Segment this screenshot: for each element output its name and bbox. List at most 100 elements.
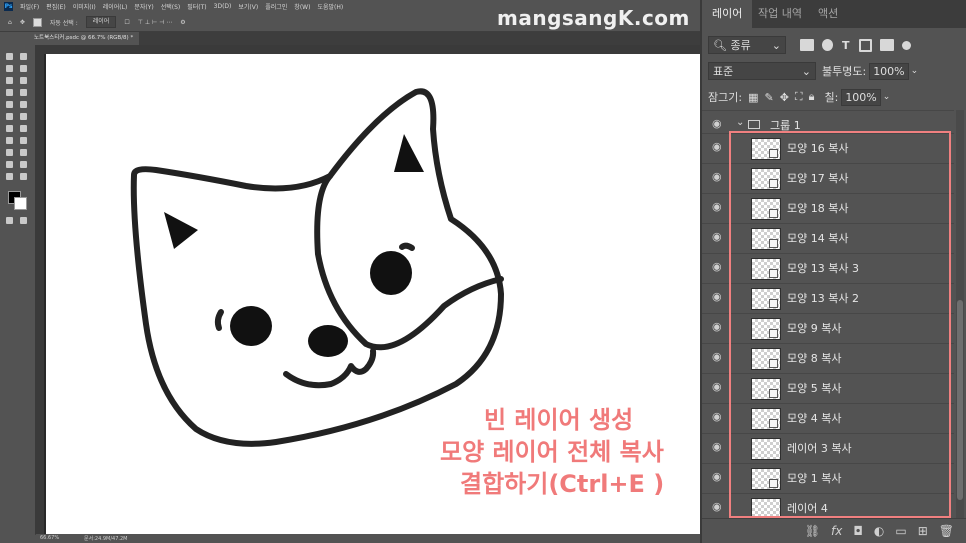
trash-icon[interactable]: 🗑︎ [939, 524, 954, 538]
layer-item[interactable]: ◉ 모양 13 복사 3 [702, 253, 954, 282]
new-group-icon[interactable]: ▭ [895, 524, 906, 538]
zoom-tool-icon[interactable] [6, 173, 13, 180]
type-filter-icon[interactable]: T [842, 39, 850, 52]
align-icons[interactable]: ⊤ ⊥ ⊢ ⊣ ⋯ [138, 19, 173, 26]
eye-icon[interactable]: ◉ [712, 501, 726, 512]
lock-position-icon[interactable]: ✥ [780, 91, 789, 104]
adjustment-layer-icon[interactable]: ◐ [874, 524, 884, 538]
zoom-readout[interactable]: 66.67% [40, 535, 59, 541]
move-tool-icon[interactable] [6, 53, 13, 60]
eye-icon[interactable]: ◉ [712, 471, 726, 482]
layer-item[interactable]: ◉ 모양 5 복사 [702, 373, 954, 402]
background-color-swatch[interactable] [14, 197, 27, 210]
path-select-icon[interactable] [20, 149, 27, 156]
rectangle-tool-icon[interactable] [6, 161, 13, 168]
smart-object-filter-icon[interactable] [879, 39, 894, 51]
lock-image-icon[interactable]: ✎ [764, 91, 773, 104]
layer-item[interactable]: ◉ 모양 4 복사 [702, 403, 954, 432]
history-brush-icon[interactable] [6, 113, 13, 120]
auto-select-dropdown[interactable]: 레이어 [85, 16, 117, 28]
quick-mask-icon[interactable] [6, 217, 13, 224]
stamp-tool-icon[interactable] [20, 101, 27, 108]
menu-filter[interactable]: 필터(T) [187, 2, 206, 11]
eye-icon[interactable]: ◉ [712, 351, 726, 362]
screen-mode-icon[interactable] [20, 217, 27, 224]
lock-artboard-icon[interactable]: ⛶ [795, 90, 803, 104]
hand-tool-icon[interactable] [20, 161, 27, 168]
layer-item[interactable]: ◉ 모양 13 복사 2 [702, 283, 954, 312]
type-tool-icon[interactable] [6, 149, 13, 156]
eye-icon[interactable]: ◉ [712, 381, 726, 392]
blend-mode-dropdown[interactable]: 표준 ⌄ [708, 62, 816, 80]
menu-edit[interactable]: 편집(E) [46, 2, 66, 11]
menu-select[interactable]: 선택(S) [161, 2, 181, 11]
tab-history[interactable]: 작업 내역 [748, 0, 812, 28]
layer-item[interactable]: ◉ 모양 9 복사 [702, 313, 954, 342]
new-layer-icon[interactable]: ⊞ [918, 524, 928, 538]
menu-view[interactable]: 보기(V) [238, 2, 258, 11]
chevron-down-icon[interactable]: ⌄ [736, 117, 744, 128]
home-icon[interactable]: ⌂ [8, 19, 12, 26]
eye-icon[interactable]: ◉ [712, 118, 726, 129]
frame-tool-icon[interactable] [20, 77, 27, 84]
brush-tool-icon[interactable] [6, 101, 13, 108]
magic-wand-icon[interactable] [20, 65, 27, 72]
menu-type[interactable]: 문자(Y) [134, 2, 153, 11]
lock-transparency-icon[interactable]: ▦ [748, 91, 758, 104]
healing-brush-icon[interactable] [20, 89, 27, 96]
eyedropper-icon[interactable] [6, 89, 13, 96]
filter-toggle-icon[interactable] [901, 40, 911, 50]
add-mask-icon[interactable]: ◘ [853, 524, 863, 538]
eye-icon[interactable]: ◉ [712, 231, 726, 242]
artboard-tool-icon[interactable] [20, 53, 27, 60]
auto-select-checkbox[interactable] [32, 17, 42, 27]
adjustment-filter-icon[interactable] [822, 39, 833, 51]
gradient-tool-icon[interactable] [6, 125, 13, 132]
opacity-chevron-icon[interactable]: ⌄ [911, 66, 919, 76]
move-tool-icon[interactable]: ✥ [20, 19, 25, 26]
dodge-tool-icon[interactable] [6, 137, 13, 144]
fill-input[interactable]: 100% [841, 88, 881, 106]
layer-item[interactable]: ◉ 모양 17 복사 [702, 163, 954, 192]
eraser-tool-icon[interactable] [20, 113, 27, 120]
tab-actions[interactable]: 액션 [808, 0, 848, 28]
layer-item[interactable]: ◉ 모양 1 복사 [702, 463, 954, 492]
menu-window[interactable]: 창(W) [294, 2, 310, 11]
lock-all-icon[interactable]: 🔒︎ [809, 90, 815, 104]
menu-file[interactable]: 파일(F) [20, 2, 39, 11]
menu-plugins[interactable]: 플러그인 [265, 2, 287, 11]
menu-image[interactable]: 이미지(I) [73, 2, 96, 11]
menu-layer[interactable]: 레이어(L) [103, 2, 128, 11]
filter-kind-dropdown[interactable]: 🔍︎ 종류 ⌄ [708, 36, 786, 54]
menu-help[interactable]: 도움말(H) [317, 2, 343, 11]
eye-icon[interactable]: ◉ [712, 261, 726, 272]
pen-tool-icon[interactable] [20, 137, 27, 144]
layer-item[interactable]: ◉ 레이어 3 복사 [702, 433, 954, 462]
layer-item[interactable]: ◉ 모양 16 복사 [702, 133, 954, 162]
eye-icon[interactable]: ◉ [712, 321, 726, 332]
eye-icon[interactable]: ◉ [712, 201, 726, 212]
layer-item[interactable]: ◉ 모양 18 복사 [702, 193, 954, 222]
layer-item[interactable]: ◉ 모양 14 복사 [702, 223, 954, 252]
menu-3d[interactable]: 3D(D) [214, 3, 232, 10]
lasso-tool-icon[interactable] [6, 65, 13, 72]
eye-icon[interactable]: ◉ [712, 441, 726, 452]
crop-tool-icon[interactable] [6, 77, 13, 84]
document-tab[interactable]: 노트북스티커.psdc @ 66.7% (RGB/8) * [18, 32, 140, 45]
eye-icon[interactable]: ◉ [712, 141, 726, 152]
blur-tool-icon[interactable] [20, 125, 27, 132]
eye-icon[interactable]: ◉ [712, 291, 726, 302]
pixel-filter-icon[interactable] [800, 39, 814, 51]
layers-scrollbar-thumb[interactable] [957, 300, 963, 500]
fill-chevron-icon[interactable]: ⌄ [883, 92, 891, 102]
opacity-input[interactable]: 100% [869, 62, 909, 80]
transform-controls-checkbox[interactable]: ☐ [124, 19, 129, 26]
link-layers-icon[interactable]: ⛓ [805, 524, 820, 538]
shape-filter-icon[interactable] [858, 38, 872, 52]
eye-icon[interactable]: ◉ [712, 171, 726, 182]
eye-icon[interactable]: ◉ [712, 411, 726, 422]
gear-icon[interactable]: ⚙ [180, 19, 185, 26]
fx-icon[interactable]: fx [831, 524, 842, 538]
layer-item[interactable]: ◉ 모양 8 복사 [702, 343, 954, 372]
tab-layers[interactable]: 레이어 [702, 0, 753, 28]
